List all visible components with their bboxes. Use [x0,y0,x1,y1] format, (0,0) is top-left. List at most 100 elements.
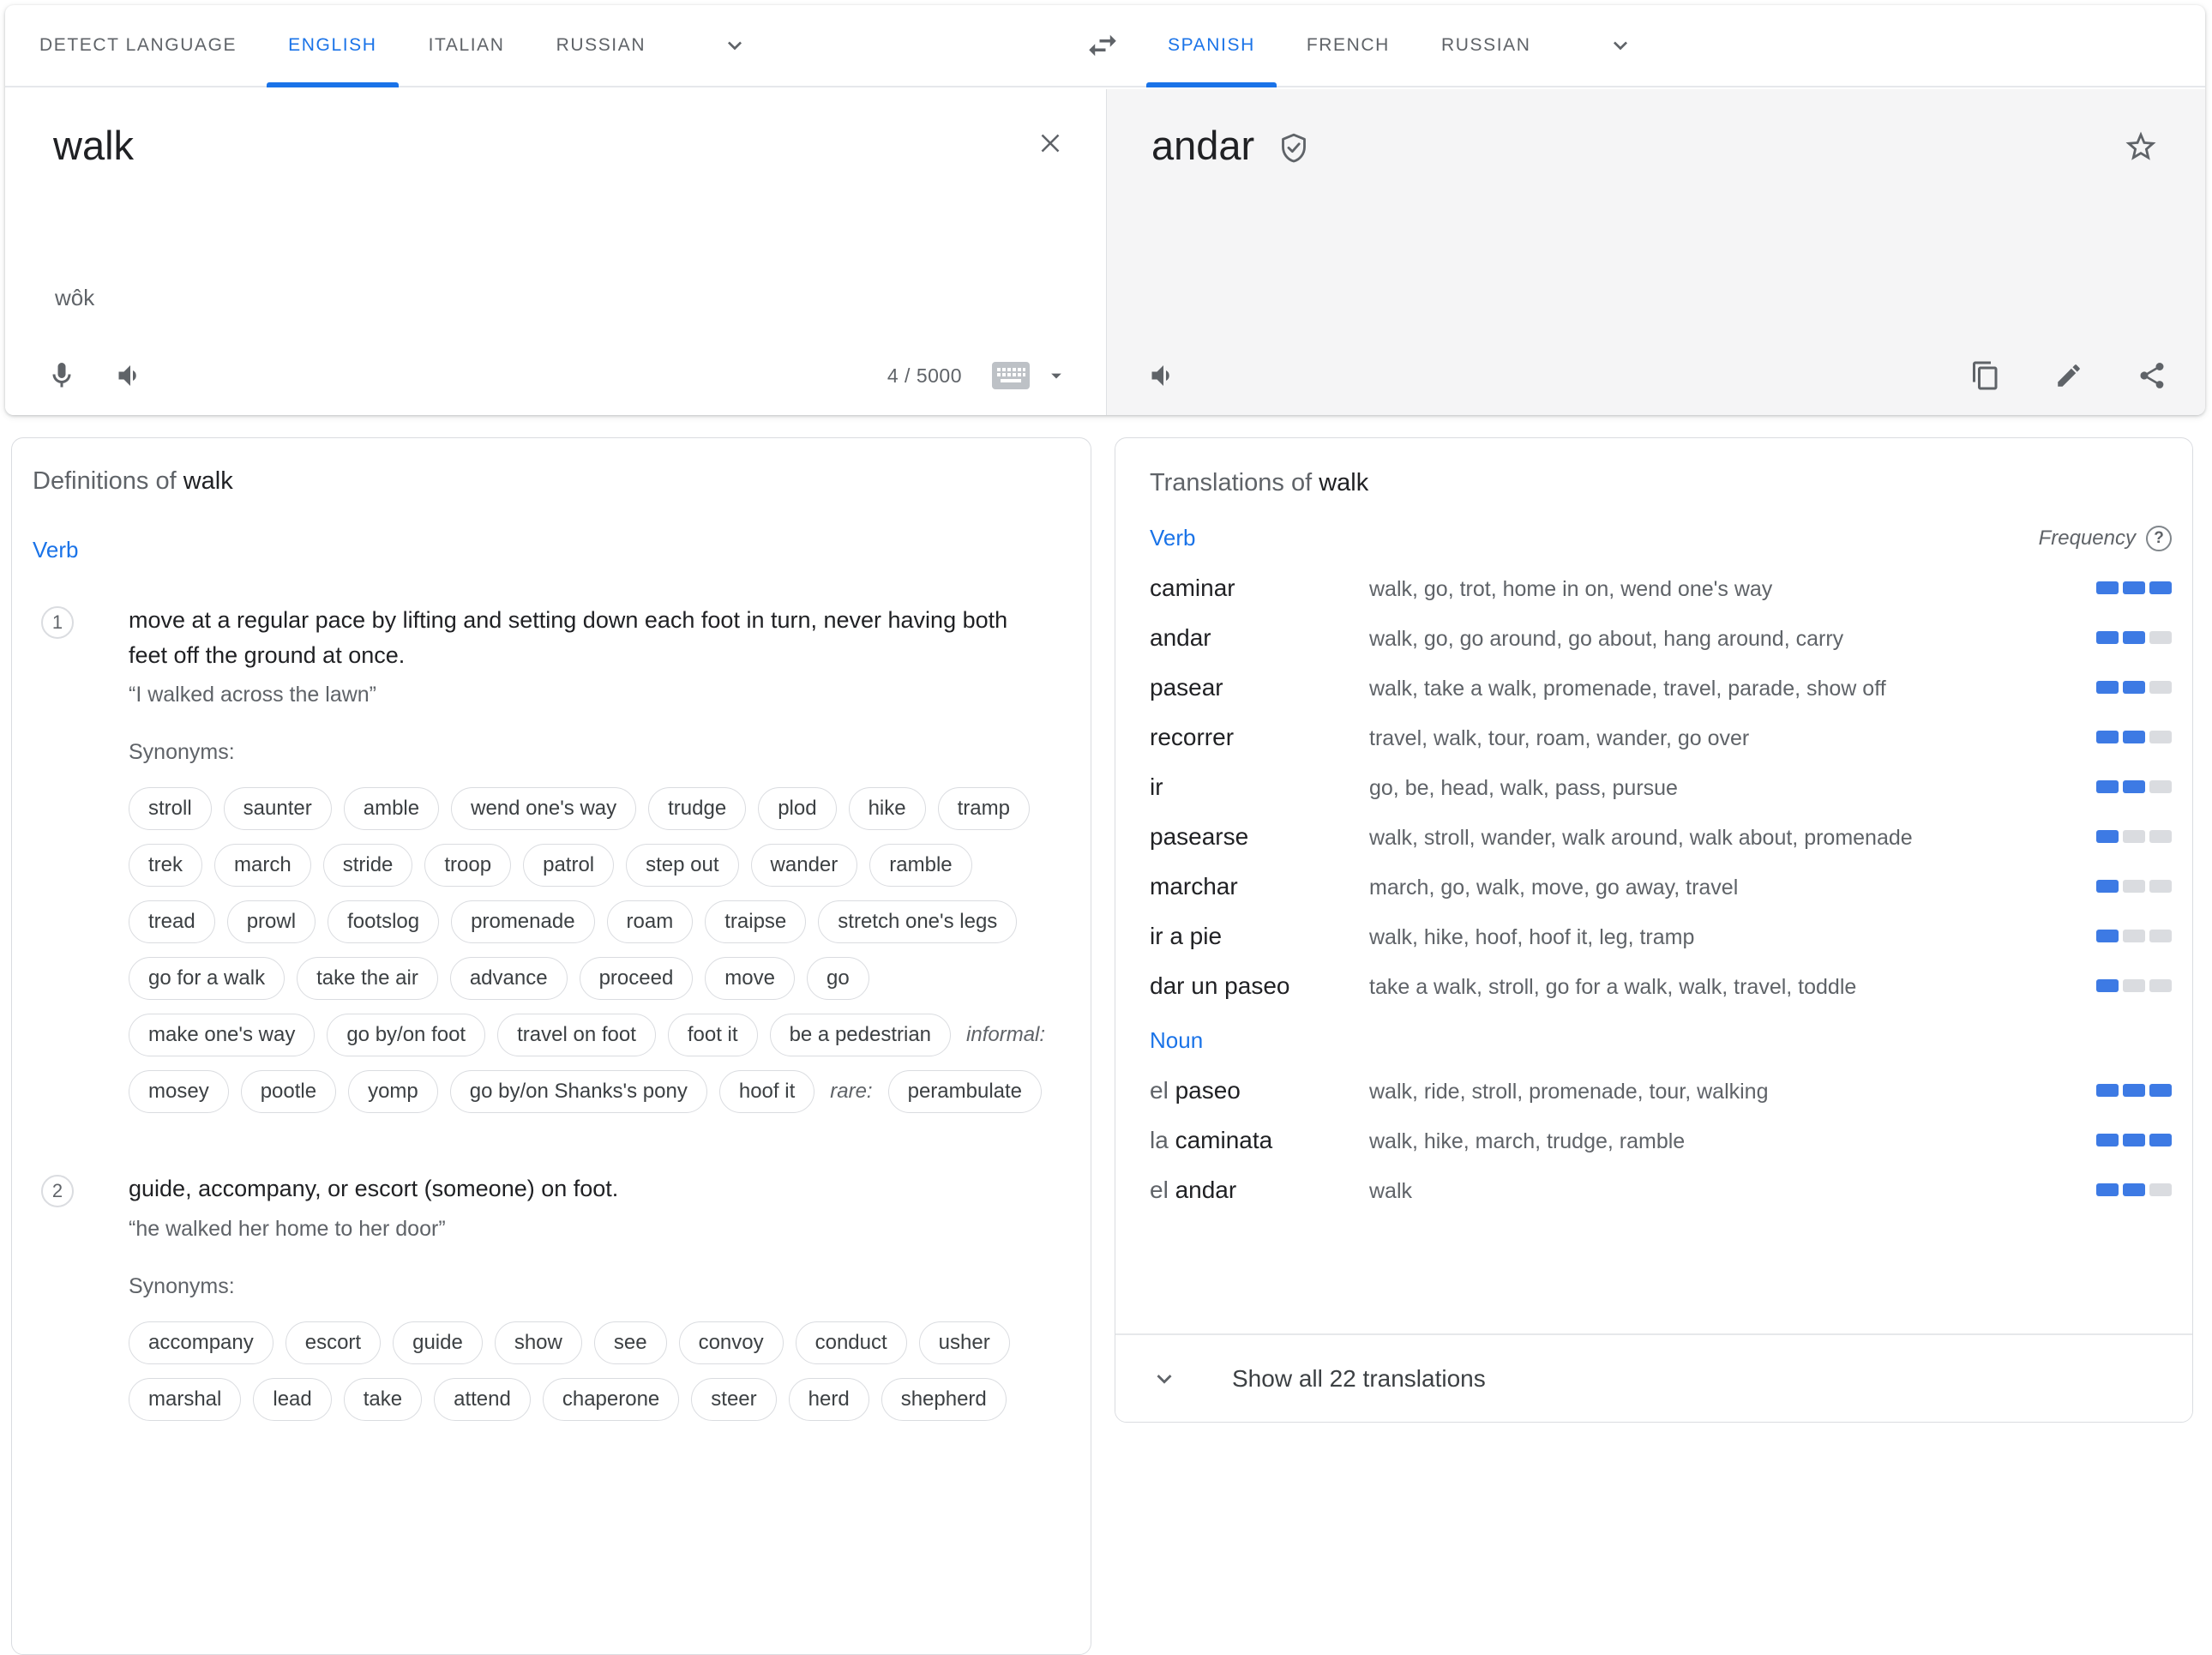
share-translation-icon[interactable] [2137,360,2167,391]
input-tools-caret-down-icon[interactable] [1044,364,1068,388]
synonym-chip[interactable]: travel on foot [497,1014,656,1056]
synonym-chip[interactable]: convoy [679,1321,784,1364]
synonym-chip[interactable]: go for a walk [129,957,285,1000]
definitions-title: Definitions of walk [33,467,1056,496]
synonym-chip[interactable]: marshal [129,1378,241,1421]
synonym-chip[interactable]: wander [751,844,858,887]
synonym-chip[interactable]: traipse [705,900,806,943]
save-translation-star-icon[interactable] [2123,129,2159,165]
synonym-chip[interactable]: usher [919,1321,1010,1364]
listen-source-speaker-icon[interactable] [115,360,146,391]
translation-row[interactable]: dar un paseo take a walk, stroll, go for… [1150,972,2172,1000]
synonym-chip[interactable]: wend one's way [451,787,636,830]
synonym-chip[interactable]: perambulate [888,1070,1042,1113]
source-language-tab[interactable]: RUSSIAN [531,5,672,86]
synonym-chip[interactable]: take [344,1378,422,1421]
synonym-chip[interactable]: go [807,957,869,1000]
source-language-tab[interactable]: DETECT LANGUAGE [14,5,262,86]
synonym-chip[interactable]: advance [450,957,568,1000]
suggest-edit-pencil-icon[interactable] [2054,361,2083,390]
synonym-chip[interactable]: patrol [523,844,614,887]
copy-translation-icon[interactable] [1970,360,2001,391]
translation-row[interactable]: pasear walk, take a walk, promenade, tra… [1150,673,2172,701]
translation-row[interactable]: marchar march, go, walk, move, go away, … [1150,872,2172,900]
translation-row[interactable]: la caminata walk, hike, march, trudge, r… [1150,1126,2172,1154]
synonym-chip[interactable]: stretch one's legs [818,900,1017,943]
synonym-chip[interactable]: tread [129,900,215,943]
synonym-chip[interactable]: go by/on foot [327,1014,485,1056]
translation-row[interactable]: ir a pie walk, hike, hoof, hoof it, leg,… [1150,922,2172,950]
synonym-chip[interactable]: be a pedestrian [770,1014,951,1056]
synonym-chip[interactable]: hoof it [719,1070,814,1113]
source-language-tab[interactable]: ITALIAN [403,5,531,86]
synonym-chip[interactable]: chaperone [543,1378,679,1421]
translation-row[interactable]: caminar walk, go, trot, home in on, wend… [1150,574,2172,602]
translation-row[interactable]: ir go, be, head, walk, pass, pursue [1150,773,2172,801]
definition-number: 1 [41,606,74,639]
synonym-chip[interactable]: stride [323,844,413,887]
synonym-chip[interactable]: informal: [963,1023,1049,1047]
frequency-segment [2096,581,2119,594]
synonym-chip[interactable]: footslog [328,900,439,943]
translation-row[interactable]: andar walk, go, go around, go about, han… [1150,623,2172,652]
synonym-chip[interactable]: proceed [580,957,694,1000]
translation-row[interactable]: pasearse walk, stroll, wander, walk arou… [1150,822,2172,851]
synonym-chip[interactable]: take the air [297,957,438,1000]
synonym-chip[interactable]: accompany [129,1321,273,1364]
synonym-chip[interactable]: step out [626,844,738,887]
synonym-chip[interactable]: pootle [241,1070,336,1113]
synonym-chip[interactable]: hike [849,787,926,830]
frequency-segment [2096,830,2119,843]
synonym-chip[interactable]: march [214,844,311,887]
synonym-chip[interactable]: trudge [648,787,746,830]
microphone-icon[interactable] [46,360,77,391]
synonym-chip[interactable]: yomp [348,1070,438,1113]
synonym-chip[interactable]: attend [434,1378,531,1421]
source-language-tab[interactable]: ENGLISH [262,5,402,86]
target-language-tab[interactable]: FRENCH [1281,5,1416,86]
synonym-chip[interactable]: ramble [869,844,971,887]
synonym-chip[interactable]: rare: [826,1080,875,1104]
target-language-tab[interactable]: SPANISH [1142,5,1281,86]
synonym-chip[interactable]: plod [758,787,836,830]
synonym-chip[interactable]: amble [344,787,439,830]
swap-languages-icon[interactable] [1079,27,1127,63]
synonym-chip[interactable]: lead [253,1378,331,1421]
source-text[interactable]: walk [53,122,134,169]
synonym-chip[interactable]: mosey [129,1070,229,1113]
synonym-chip[interactable]: guide [393,1321,483,1364]
synonym-chip[interactable]: stroll [129,787,212,830]
synonym-chip[interactable]: go by/on Shanks's pony [450,1070,707,1113]
target-language-tab[interactable]: RUSSIAN [1416,5,1557,86]
synonym-chip[interactable]: shepherd [881,1378,1007,1421]
synonym-chip[interactable]: tramp [938,787,1030,830]
source-languages-chevron-down-icon[interactable] [721,32,748,59]
clear-source-close-icon[interactable] [1034,127,1067,159]
frequency-help-icon[interactable]: ? [2146,526,2172,551]
translation-row[interactable]: el paseo walk, ride, stroll, promenade, … [1150,1076,2172,1104]
synonym-chip[interactable]: troop [424,844,511,887]
target-languages-chevron-down-icon[interactable] [1607,32,1634,59]
synonym-chip[interactable]: see [594,1321,667,1364]
synonym-chip[interactable]: foot it [668,1014,758,1056]
synonym-chip[interactable]: promenade [451,900,594,943]
synonym-chip[interactable]: herd [789,1378,869,1421]
translate-card: DETECT LANGUAGE ENGLISH ITALIAN RUSSIAN [5,5,2205,415]
translation-row[interactable]: recorrer travel, walk, tour, roam, wande… [1150,723,2172,751]
synonym-chip[interactable]: trek [129,844,202,887]
translation-word: pasear [1150,673,1369,701]
synonym-chip[interactable]: saunter [224,787,332,830]
synonym-chip[interactable]: make one's way [129,1014,315,1056]
translation-row[interactable]: el andar walk [1150,1176,2172,1204]
synonym-chip[interactable]: move [705,957,795,1000]
show-all-translations-button[interactable]: Show all 22 translations [1115,1333,2192,1422]
synonym-chip[interactable]: escort [286,1321,381,1364]
synonym-chip[interactable]: show [495,1321,582,1364]
listen-translation-speaker-icon[interactable] [1148,360,1179,391]
synonym-chip[interactable]: conduct [796,1321,907,1364]
synonym-chip[interactable]: steer [691,1378,776,1421]
synonym-chip[interactable]: prowl [227,900,316,943]
keyboard-icon[interactable] [991,361,1031,390]
synonym-chip[interactable]: roam [607,900,694,943]
source-text-panel[interactable]: walk wôk 4 / 5000 [5,89,1106,415]
